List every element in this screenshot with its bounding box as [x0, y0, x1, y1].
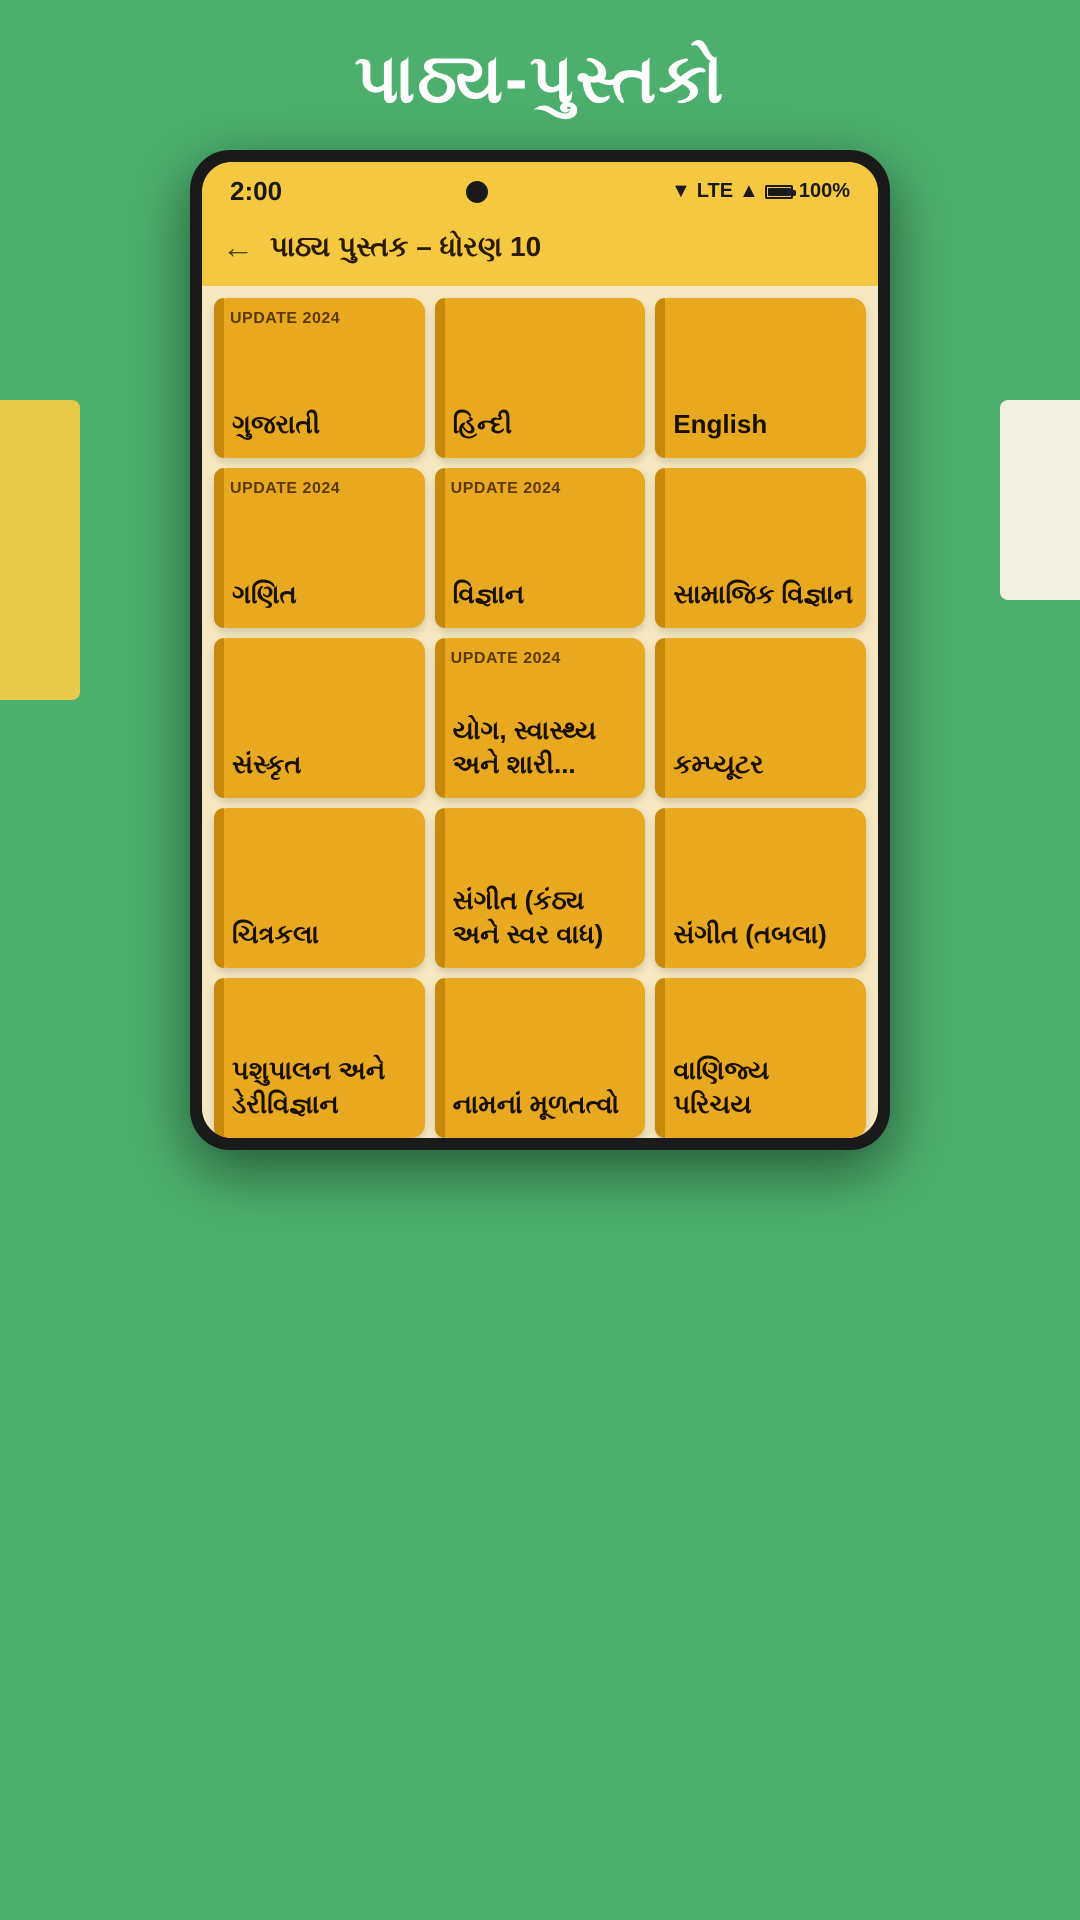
update-badge-4: UPDATE 2024 [230, 480, 340, 498]
subject-name-6: સામાજિક વિજ્ઞાન [673, 578, 853, 612]
page-title: પાઠ્ય-પુસ્તકો [20, 40, 1060, 120]
back-button[interactable]: ← [222, 229, 254, 266]
wifi-icon: ▼ [671, 180, 691, 203]
signal-bars-icon: ▲ [739, 180, 759, 203]
book-decor-left [0, 400, 80, 700]
subject-card-14[interactable]: નામનાં મૂળતત્વો [435, 978, 646, 1138]
subject-card-15[interactable]: વાણિજ્ય પરિચય [655, 978, 866, 1138]
subject-card-4[interactable]: UPDATE 2024 ગણિત [214, 468, 425, 628]
battery-percent: 100% [799, 180, 850, 203]
subject-name-4: ગણિત [232, 578, 297, 612]
subject-name-14: નામનાં મૂળતત્વો [453, 1088, 620, 1122]
subject-card-8[interactable]: UPDATE 2024 યોગ, સ્વાસ્થ્ય અને શારી... [435, 638, 646, 798]
subject-name-15: વાણિજ્ય પરિચય [673, 1054, 854, 1122]
subject-card-11[interactable]: સંગીત (કંઠ્ય અને સ્વર વાધ) [435, 808, 646, 968]
subject-name-10: ચિત્રકલા [232, 918, 319, 952]
subject-card-2[interactable]: હિન્દી [435, 298, 646, 458]
subject-card-7[interactable]: સંસ્કૃત [214, 638, 425, 798]
nav-title: પાઠ્ય પુસ્તક – ધોરણ 10 [270, 231, 541, 264]
status-bar: 2:00 ▼ LTE ▲ 100% [202, 162, 878, 215]
subject-card-3[interactable]: English [655, 298, 866, 458]
update-badge-5: UPDATE 2024 [451, 480, 561, 498]
subject-card-12[interactable]: સંગીત (તબલા) [655, 808, 866, 968]
subject-name-11: સંગીત (કંઠ્ય અને સ્વર વાધ) [453, 884, 634, 952]
status-time: 2:00 [230, 176, 282, 207]
phone-frame: 2:00 ▼ LTE ▲ 100% ← પાઠ્ય પુસ્તક – ધોરણ … [190, 150, 890, 1150]
subject-name-7: સંસ્કૃત [232, 748, 302, 782]
phone-screen: 2:00 ▼ LTE ▲ 100% ← પાઠ્ય પુસ્તક – ધોરણ … [202, 162, 878, 1138]
subject-card-10[interactable]: ચિત્રકલા [214, 808, 425, 968]
subject-card-13[interactable]: પશુપાલન અને ડેરીવિજ્ઞાન [214, 978, 425, 1138]
subject-name-5: વિજ્ઞાન [453, 578, 525, 612]
status-icons: ▼ LTE ▲ 100% [671, 180, 850, 203]
subject-name-12: સંગીત (તબલા) [673, 918, 826, 952]
book-decor-right [1000, 400, 1080, 600]
top-nav: ← પાઠ્ય પુસ્તક – ધોરણ 10 [202, 215, 878, 286]
subject-name-8: યોગ, સ્વાસ્થ્ય અને શારી... [453, 714, 634, 782]
subject-card-6[interactable]: સામાજિક વિજ્ઞાન [655, 468, 866, 628]
update-badge-8: UPDATE 2024 [451, 650, 561, 668]
update-badge-1: UPDATE 2024 [230, 310, 340, 328]
subject-name-3: English [673, 408, 767, 442]
subject-name-1: ગુજરાતી [232, 408, 320, 442]
subject-card-1[interactable]: UPDATE 2024 ગુજરાતી [214, 298, 425, 458]
subject-name-13: પશુપાલન અને ડેરીવિજ્ઞાન [232, 1054, 413, 1122]
subject-name-2: હિન્દી [453, 408, 512, 442]
page-header: પાઠ્ય-પુસ્તકો [0, 0, 1080, 150]
battery-fill [768, 188, 791, 196]
subject-card-9[interactable]: કમ્પ્યૂટર [655, 638, 866, 798]
subject-card-5[interactable]: UPDATE 2024 વિજ્ઞાન [435, 468, 646, 628]
battery-icon [765, 185, 793, 199]
signal-label: LTE [697, 180, 733, 203]
subject-name-9: કમ્પ્યૂટર [673, 748, 763, 782]
camera-dot [466, 181, 488, 203]
subject-grid: UPDATE 2024 ગુજરાતી હિન્દી English UPDATE 20… [202, 286, 878, 1138]
